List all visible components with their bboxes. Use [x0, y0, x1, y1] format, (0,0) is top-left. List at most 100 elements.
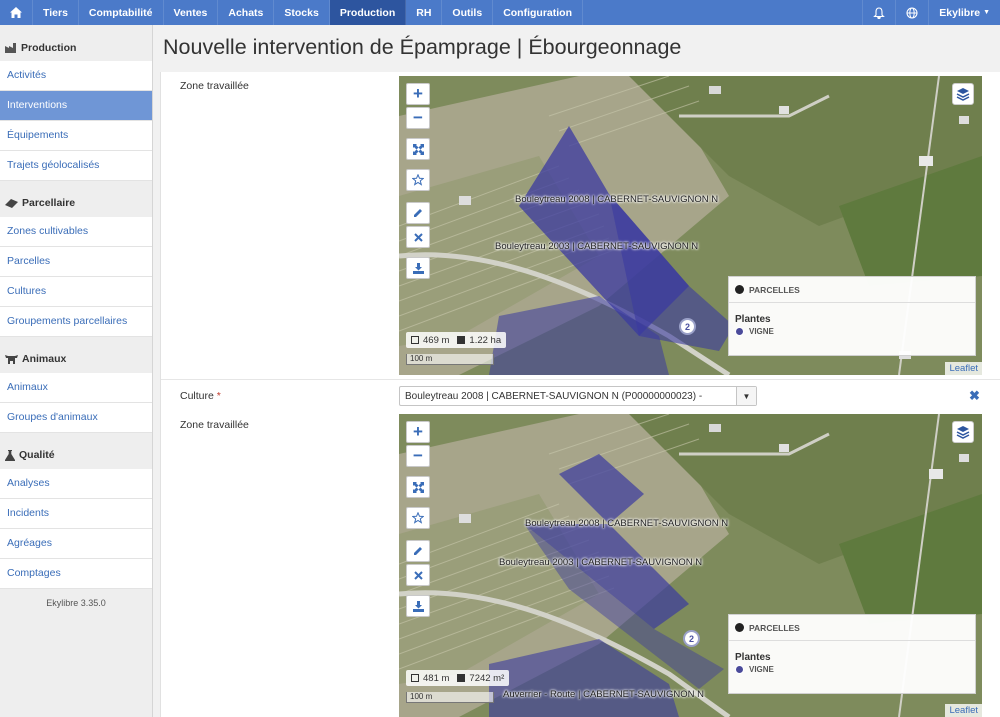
pencil-icon[interactable]: [406, 202, 430, 224]
nav-production[interactable]: Production: [329, 0, 407, 25]
sidebar-item-incidents[interactable]: Incidents: [0, 499, 152, 529]
legend-item: VIGNE: [749, 327, 774, 336]
map-parcel-label: Bouleytreau 2003 | CABERNET-SAUVIGNON N: [495, 241, 699, 252]
sidebar-item-trajets[interactable]: Trajets géolocalisés: [0, 151, 152, 181]
nav-outils[interactable]: Outils: [442, 0, 494, 25]
perimeter-icon: [411, 336, 419, 344]
sidebar-section-qualite: Qualité: [0, 441, 152, 469]
user-name: Ekylibre: [939, 6, 981, 19]
perimeter-value: 469 m: [423, 334, 450, 346]
page-title: Nouvelle intervention de Épamprage | Ébo…: [163, 35, 682, 59]
layer-dot-icon: [735, 623, 744, 632]
nav-comptabilite[interactable]: Comptabilité: [79, 0, 164, 25]
map-parcel-label: Bouleytreau 2008 | CABERNET-SAUVIGNON N: [525, 518, 729, 529]
section-title: Parcellaire: [22, 197, 76, 209]
zoom-in-button[interactable]: +: [406, 421, 430, 443]
layers-icon[interactable]: [952, 83, 974, 105]
required-mark: *: [216, 390, 221, 402]
chevron-down-icon[interactable]: ▼: [736, 387, 756, 405]
nav-ventes[interactable]: Ventes: [164, 0, 219, 25]
sidebar-item-parcelles[interactable]: Parcelles: [0, 247, 152, 277]
map-measure: 469 m 1.22 ha: [406, 332, 507, 348]
map-zone-2[interactable]: Bouleytreau 2008 | CABERNET-SAUVIGNON N …: [399, 414, 982, 717]
sidebar-section-parcellaire: Parcellaire: [0, 189, 152, 217]
sidebar-item-comptages[interactable]: Comptages: [0, 559, 152, 589]
map-cluster-marker[interactable]: 2: [679, 318, 696, 335]
sidebar-item-analyses[interactable]: Analyses: [0, 469, 152, 499]
map-scale: 100 m: [406, 692, 494, 703]
section-title: Animaux: [22, 353, 67, 365]
map-legend: PARCELLES Plantes VIGNE: [728, 276, 976, 356]
layers-icon[interactable]: [952, 421, 974, 443]
sidebar: Production Activités Interventions Équip…: [0, 25, 153, 717]
sidebar-item-equipements[interactable]: Équipements: [0, 121, 152, 151]
nav-stocks[interactable]: Stocks: [274, 0, 330, 25]
map-scale: 100 m: [406, 354, 494, 365]
culture-label-text: Culture: [180, 390, 214, 402]
sidebar-item-interventions[interactable]: Interventions: [0, 91, 152, 121]
area-value: 1.22 ha: [469, 334, 502, 346]
sidebar-item-groupements[interactable]: Groupements parcellaires: [0, 307, 152, 337]
section-title: Production: [21, 42, 77, 54]
delete-icon[interactable]: [406, 226, 430, 248]
download-icon[interactable]: [406, 595, 430, 617]
form-panel: Zone travaillée Bouleytreau 2008 | CABER…: [160, 72, 1000, 717]
divider: [161, 379, 1000, 380]
map-legend: PARCELLES Plantes VIGNE: [728, 614, 976, 694]
flask-icon: [5, 449, 15, 461]
leaflet-attribution[interactable]: Leaflet: [945, 704, 982, 717]
zoom-out-button[interactable]: −: [406, 445, 430, 467]
area-icon: [457, 674, 466, 682]
perimeter-icon: [411, 674, 419, 682]
app-version: Ekylibre 3.35.0: [46, 598, 106, 608]
area-icon: [457, 336, 466, 344]
bell-icon[interactable]: [862, 0, 895, 25]
production-icon: [5, 43, 16, 53]
sidebar-item-zones-cultivables[interactable]: Zones cultivables: [0, 217, 152, 247]
user-menu[interactable]: Ekylibre ▼: [928, 0, 1000, 25]
globe-icon[interactable]: [895, 0, 928, 25]
pencil-icon[interactable]: [406, 540, 430, 562]
nav-achats[interactable]: Achats: [218, 0, 275, 25]
map-parcel-label: Bouleytreau 2008 | CABERNET-SAUVIGNON N: [515, 194, 719, 205]
nav-configuration[interactable]: Configuration: [493, 0, 584, 25]
sidebar-item-animaux[interactable]: Animaux: [0, 373, 152, 403]
legend-title: Plantes: [735, 314, 771, 325]
leaflet-attribution[interactable]: Leaflet: [945, 362, 982, 375]
legend-title: Plantes: [735, 652, 771, 663]
map-zone-1[interactable]: Bouleytreau 2008 | CABERNET-SAUVIGNON N …: [399, 76, 982, 375]
remove-icon[interactable]: ✖: [969, 388, 980, 404]
sidebar-section-production: Production: [0, 35, 152, 61]
star-icon[interactable]: [406, 507, 430, 529]
culture-select-value: Bouleytreau 2008 | CABERNET-SAUVIGNON N …: [405, 390, 703, 402]
sidebar-item-agreages[interactable]: Agréages: [0, 529, 152, 559]
main-content: Nouvelle intervention de Épamprage | Ébo…: [153, 25, 1000, 717]
sidebar-item-activites[interactable]: Activités: [0, 61, 152, 91]
cow-icon: [5, 355, 18, 364]
map-cluster-marker[interactable]: 2: [683, 630, 700, 647]
zoom-out-button[interactable]: −: [406, 107, 430, 129]
field-icon: [5, 198, 18, 208]
area-value: 7242 m²: [469, 672, 505, 684]
top-navbar: Tiers Comptabilité Ventes Achats Stocks …: [0, 0, 1000, 25]
sidebar-item-groupes-animaux[interactable]: Groupes d'animaux: [0, 403, 152, 433]
fullscreen-icon[interactable]: [406, 476, 430, 498]
delete-icon[interactable]: [406, 564, 430, 586]
nav-tiers[interactable]: Tiers: [33, 0, 79, 25]
sidebar-item-cultures[interactable]: Cultures: [0, 277, 152, 307]
legend-group: PARCELLES: [749, 284, 800, 295]
home-icon[interactable]: [0, 0, 33, 25]
perimeter-value: 481 m: [423, 672, 450, 684]
culture-select[interactable]: Bouleytreau 2008 | CABERNET-SAUVIGNON N …: [399, 386, 757, 406]
star-icon[interactable]: [406, 169, 430, 191]
fullscreen-icon[interactable]: [406, 138, 430, 160]
legend-group: PARCELLES: [749, 622, 800, 633]
map-parcel-label: Bouleytreau 2003 | CABERNET-SAUVIGNON N: [499, 557, 703, 568]
chevron-down-icon: ▼: [983, 9, 990, 16]
zone-label: Zone travaillée: [180, 419, 249, 431]
download-icon[interactable]: [406, 257, 430, 279]
legend-dot-icon: [735, 327, 744, 336]
zoom-in-button[interactable]: +: [406, 83, 430, 105]
nav-rh[interactable]: RH: [406, 0, 443, 25]
culture-label: Culture *: [180, 390, 221, 402]
